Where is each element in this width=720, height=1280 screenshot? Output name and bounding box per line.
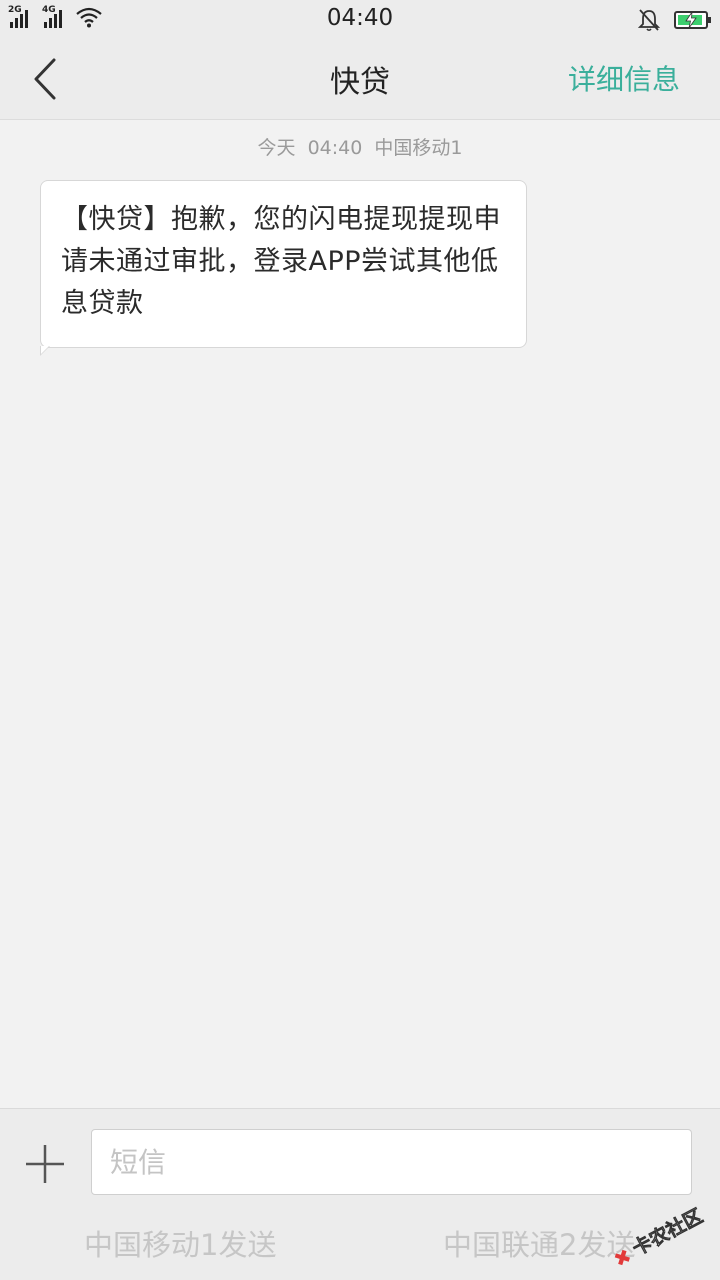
svg-text:卡农社区: 卡农社区 [628,1206,706,1260]
message-timestamp: 今天 04:40 中国移动1 [257,137,463,159]
bell-off-icon [638,9,660,32]
status-time: 04:40 [326,5,394,31]
incoming-message-bubble[interactable]: 【快贷】抱歉，您的闪电提现提现申请未通过审批，登录APP尝试其他低息贷款 [40,180,527,356]
message-input[interactable] [91,1129,692,1195]
send-sim1-button[interactable]: 中国移动1发送 [84,1222,276,1264]
chevron-left-icon [34,58,56,100]
status-right-group [638,8,711,32]
conversation-header: 快贷 详细信息 [0,40,720,120]
status-bar: 2G 4G 04:40 [0,0,720,40]
battery-charging-icon [674,11,711,29]
details-button[interactable]: 详细信息 [568,58,680,98]
back-button[interactable] [24,54,72,104]
plus-icon [26,1145,64,1183]
message-text: 【快贷】抱歉，您的闪电提现提现申请未通过审批，登录APP尝试其他低息贷款 [61,204,501,319]
watermark-logo: ✖ 卡农社区 [610,1206,707,1266]
add-attachment-button[interactable] [20,1139,70,1189]
